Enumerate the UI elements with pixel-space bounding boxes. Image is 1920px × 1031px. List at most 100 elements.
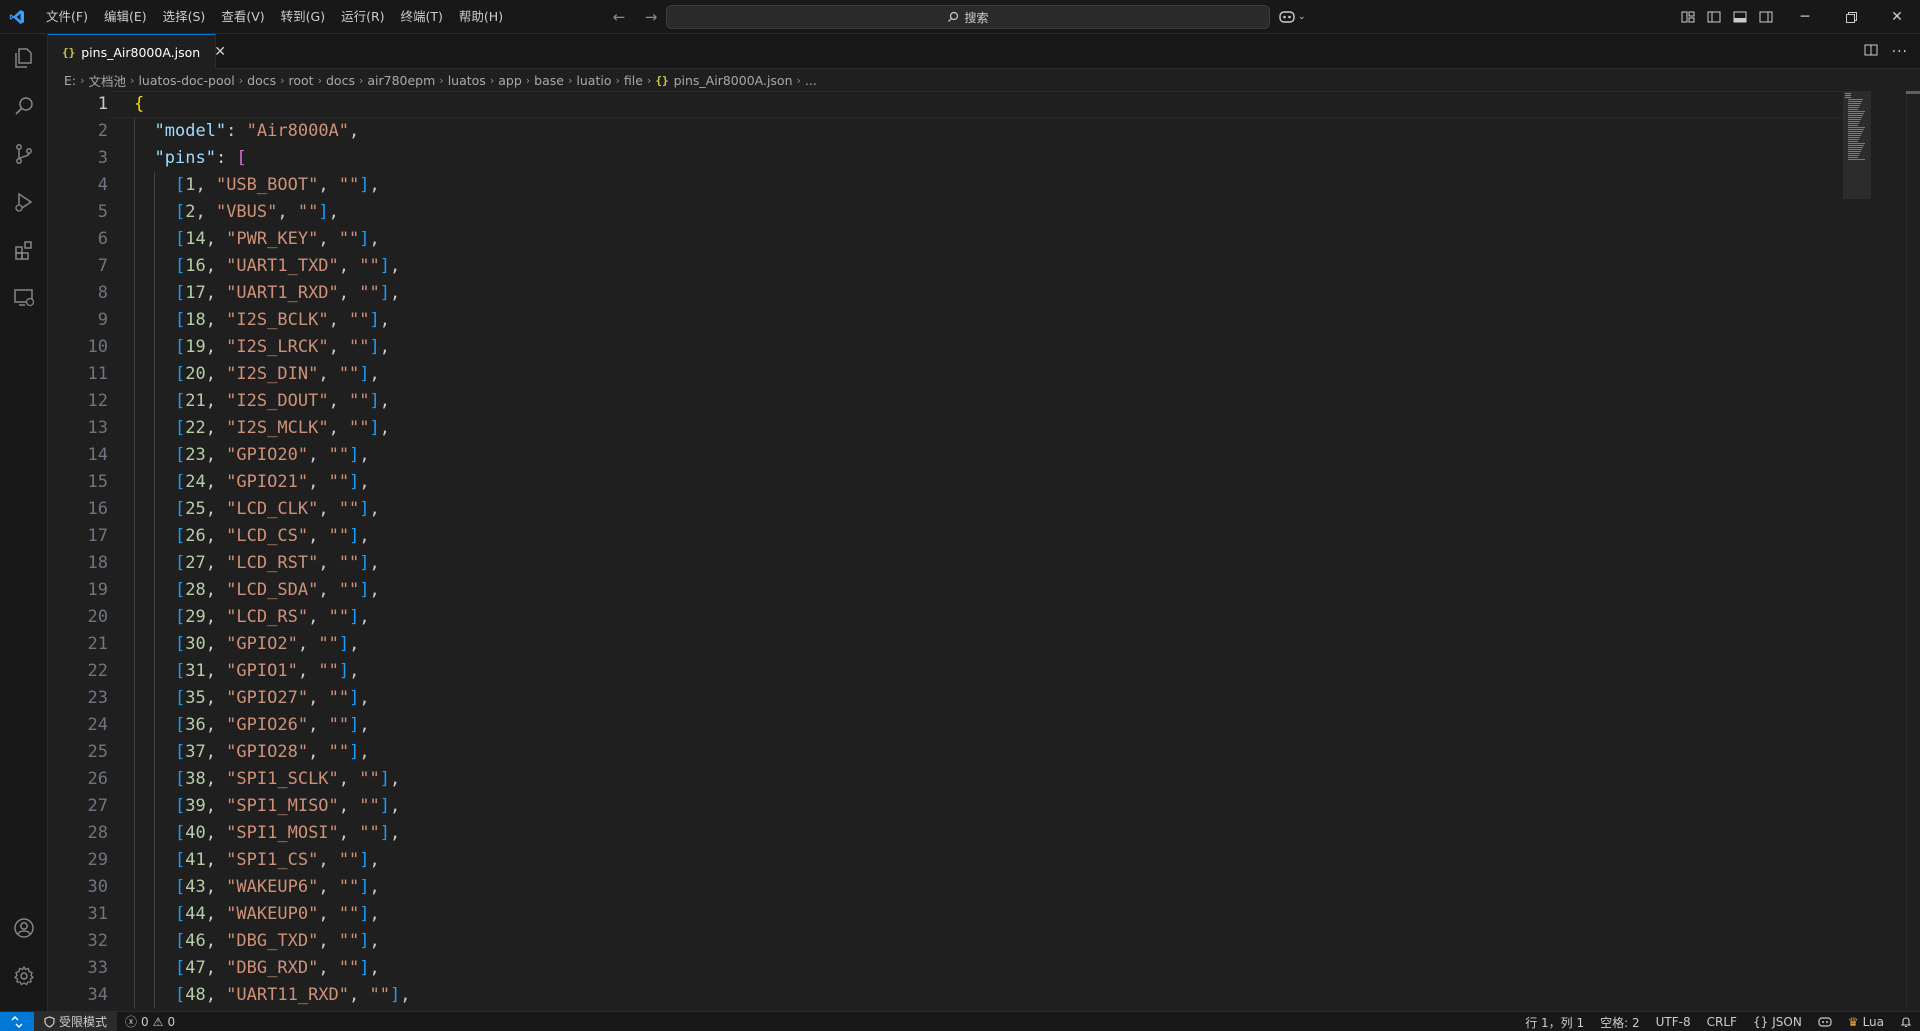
forward-arrow-icon[interactable]: → — [640, 8, 662, 26]
pin-line[interactable]: [36, "GPIO26", ""], — [134, 712, 1834, 739]
breadcrumb-item[interactable]: pins_Air8000A.json — [674, 73, 793, 88]
breadcrumb-item[interactable]: ... — [805, 73, 817, 88]
breadcrumb-item[interactable]: docs — [326, 73, 355, 88]
remote-explorer-icon[interactable] — [0, 274, 48, 322]
restricted-mode-indicator[interactable]: 受限模式 — [34, 1011, 118, 1031]
line-number: 17 — [87, 526, 108, 546]
code-editor[interactable]: 1 2 3 4 5 6 7 8 9 10 11 12 13 14 15 16 17 18 19 20 21 22 23 24 2… — [48, 91, 1920, 1011]
minimap-slider[interactable] — [1843, 91, 1871, 199]
pin-line[interactable]: [18, "I2S_BCLK", ""], — [134, 307, 1834, 334]
close-icon[interactable]: ✕ — [214, 44, 226, 60]
command-center-search[interactable]: 搜索 — [666, 5, 1270, 29]
accounts-icon[interactable] — [0, 904, 48, 952]
cursor-position[interactable]: 行 1，列 1 — [1525, 1014, 1584, 1031]
end-of-line[interactable]: CRLF — [1707, 1015, 1737, 1029]
pin-line[interactable]: [43, "WAKEUP6", ""], — [134, 874, 1834, 901]
more-actions-icon[interactable]: ··· — [1892, 44, 1908, 60]
back-arrow-icon[interactable]: ← — [608, 8, 630, 26]
pin-line[interactable]: [20, "I2S_DIN", ""], — [134, 361, 1834, 388]
pin-line[interactable]: [19, "I2S_LRCK", ""], — [134, 334, 1834, 361]
explorer-icon[interactable] — [0, 34, 48, 82]
code-line[interactable]: "model": "Air8000A", — [134, 118, 1834, 145]
pin-line[interactable]: [21, "I2S_DOUT", ""], — [134, 388, 1834, 415]
pin-line[interactable]: [25, "LCD_CLK", ""], — [134, 496, 1834, 523]
breadcrumb-item[interactable]: file — [624, 73, 643, 88]
code-line[interactable]: { — [134, 91, 1834, 118]
source-control-icon[interactable] — [0, 130, 48, 178]
extensions-icon[interactable] — [0, 226, 48, 274]
split-editor-icon[interactable] — [1864, 42, 1878, 61]
bracket-open: [ — [174, 715, 186, 735]
breadcrumb-item[interactable]: base — [534, 73, 564, 88]
breadcrumb-item[interactable]: 文档池 — [89, 71, 127, 90]
pin-line[interactable]: [47, "DBG_RXD", ""], — [134, 955, 1834, 982]
restore-icon[interactable] — [1828, 0, 1874, 34]
pin-line[interactable]: [29, "LCD_RS", ""], — [134, 604, 1834, 631]
pin-line[interactable]: [24, "GPIO21", ""], — [134, 469, 1834, 496]
menu-selection[interactable]: 选择(S) — [155, 5, 214, 29]
pin-line[interactable]: [46, "DBG_TXD", ""], — [134, 928, 1834, 955]
toggle-secondary-sidebar-icon[interactable] — [1756, 7, 1776, 27]
breadcrumb-item[interactable]: luatos-doc-pool — [138, 73, 234, 88]
pin-line[interactable]: [22, "I2S_MCLK", ""], — [134, 415, 1834, 442]
pin-line[interactable]: [28, "LCD_SDA", ""], — [134, 577, 1834, 604]
pin-line[interactable]: [31, "GPIO1", ""], — [134, 658, 1834, 685]
search-sidebar-icon[interactable] — [0, 82, 48, 130]
menu-view[interactable]: 查看(V) — [213, 5, 272, 29]
remote-indicator-icon[interactable] — [0, 1011, 34, 1031]
pin-line[interactable]: [44, "WAKEUP0", ""], — [134, 901, 1834, 928]
pin-line[interactable]: [40, "SPI1_MOSI", ""], — [134, 820, 1834, 847]
breadcrumb-item[interactable]: root — [289, 73, 314, 88]
breadcrumb-item[interactable]: luatos — [448, 73, 486, 88]
menu-edit[interactable]: 编辑(E) — [96, 5, 155, 29]
breadcrumb-item[interactable]: E: — [64, 73, 76, 88]
pin-line[interactable]: [37, "GPIO28", ""], — [134, 739, 1834, 766]
notifications-bell-icon[interactable] — [1900, 1016, 1912, 1028]
pin-line[interactable]: [39, "SPI1_MISO", ""], — [134, 793, 1834, 820]
menu-go[interactable]: 转到(G) — [273, 5, 333, 29]
toggle-primary-sidebar-icon[interactable] — [1704, 7, 1724, 27]
pin-line[interactable]: [48, "UART11_RXD", ""], — [134, 982, 1834, 1009]
toggle-panel-icon[interactable] — [1730, 7, 1750, 27]
code-line[interactable]: "pins": [ — [134, 145, 1834, 172]
pin-line[interactable]: [1, "USB_BOOT", ""], — [134, 172, 1834, 199]
code-content[interactable]: { "model": "Air8000A", "pins": [ [1, "US… — [134, 91, 1834, 1009]
pin-line[interactable]: [17, "UART1_RXD", ""], — [134, 280, 1834, 307]
menu-terminal[interactable]: 终端(T) — [393, 5, 451, 29]
pin-line[interactable]: [41, "SPI1_CS", ""], — [134, 847, 1834, 874]
vertical-scrollbar[interactable] — [1906, 91, 1920, 1011]
encoding[interactable]: UTF-8 — [1656, 1015, 1691, 1029]
pin-line[interactable]: [38, "SPI1_SCLK", ""], — [134, 766, 1834, 793]
language-mode[interactable]: {} JSON — [1753, 1015, 1802, 1029]
manage-gear-icon[interactable] — [0, 952, 48, 1000]
breadcrumb-item[interactable]: air780epm — [367, 73, 435, 88]
bracket-close: ] — [349, 526, 360, 546]
copilot-status-icon[interactable] — [1818, 1016, 1832, 1028]
customize-layout-icon[interactable] — [1678, 7, 1698, 27]
bracket-close: ] — [379, 796, 391, 816]
problems-indicator[interactable]: ⓧ 0 ⚠ 0 — [117, 1012, 183, 1031]
indentation[interactable]: 空格: 2 — [1600, 1014, 1640, 1031]
pin-line[interactable]: [16, "UART1_TXD", ""], — [134, 253, 1834, 280]
breadcrumb-item[interactable]: luatio — [576, 73, 611, 88]
breadcrumb-item[interactable]: app — [498, 73, 522, 88]
tab-pins-json[interactable]: {} pins_Air8000A.json ✕ — [48, 34, 226, 69]
pin-line[interactable]: [14, "PWR_KEY", ""], — [134, 226, 1834, 253]
run-debug-icon[interactable] — [0, 178, 48, 226]
pin-line[interactable]: [35, "GPIO27", ""], — [134, 685, 1834, 712]
search-label: 搜索 — [964, 10, 989, 25]
pin-line[interactable]: [30, "GPIO2", ""], — [134, 631, 1834, 658]
minimize-icon[interactable]: ─ — [1782, 0, 1828, 34]
close-window-icon[interactable]: ✕ — [1874, 0, 1920, 34]
pin-line[interactable]: [23, "GPIO20", ""], — [134, 442, 1834, 469]
pin-line[interactable]: [27, "LCD_RST", ""], — [134, 550, 1834, 577]
pin-line[interactable]: [2, "VBUS", ""], — [134, 199, 1834, 226]
copilot-button[interactable]: ⌄ — [1278, 5, 1306, 29]
lua-status[interactable]: ♛ Lua — [1848, 1015, 1884, 1029]
pin-line[interactable]: [26, "LCD_CS", ""], — [134, 523, 1834, 550]
menu-file[interactable]: 文件(F) — [38, 5, 96, 29]
menu-run[interactable]: 运行(R) — [333, 5, 392, 29]
menu-help[interactable]: 帮助(H) — [451, 5, 511, 29]
breadcrumb-item[interactable]: docs — [247, 73, 276, 88]
pin-number: 39 — [185, 796, 206, 816]
